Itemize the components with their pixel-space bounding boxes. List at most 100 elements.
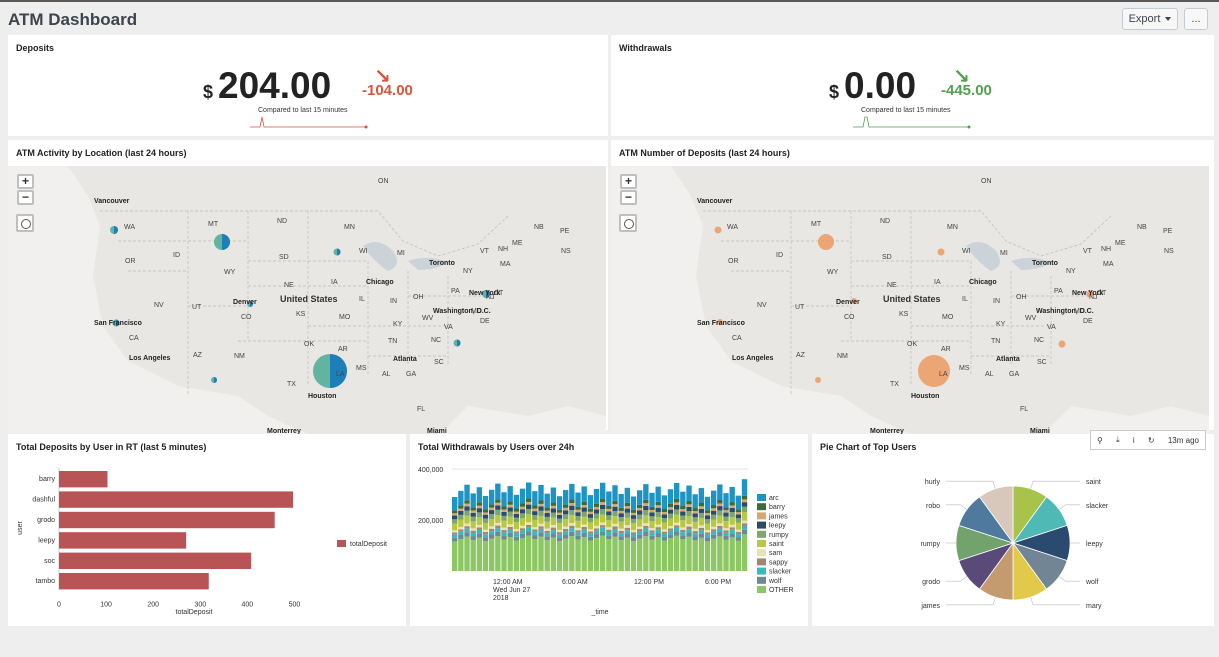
bar-segment [519,509,526,514]
bar-segment [698,527,705,531]
search-icon[interactable]: ⚲ [1097,436,1103,445]
compare-text: Compared to last 15 minutes [861,107,951,114]
bar-segment [458,508,464,511]
bar-segment [476,537,483,571]
bar-segment [600,498,606,503]
time-bar [618,493,624,571]
refresh-icon[interactable]: ↻ [1148,436,1155,445]
bar-segment [723,530,729,533]
bar-segment [489,534,495,539]
withdrawals-value-row: $ 0.00 [829,65,916,107]
state-label: AL [985,371,994,378]
bar-segment [587,540,594,571]
bar-segment [686,524,692,527]
bar-segment [618,510,624,514]
zoom-out-button[interactable]: − [17,190,34,205]
bar-segment [637,538,643,571]
bar-segment [569,523,575,526]
bar-segment [587,517,594,523]
bar-segment [606,539,612,571]
bar-segment [482,509,489,513]
bar-segment [630,496,637,510]
bar-segment [680,505,686,510]
locate-icon[interactable] [16,214,34,232]
bar-segment [544,493,550,508]
zoom-out-button[interactable]: − [620,190,637,205]
legend-swatch [757,558,766,566]
state-label: KS [296,311,306,318]
bar-segment [458,510,464,515]
export-button[interactable]: Export [1122,8,1178,30]
bar-segment [600,525,606,528]
bar-segment [686,506,692,512]
bar-segment [513,494,520,509]
state-label: VT [1083,248,1092,255]
legend-label: sam [769,550,782,557]
bar-segment [458,534,464,539]
info-icon[interactable]: i [1133,436,1135,445]
city-label: Houston [911,393,940,400]
city-label: San Francisco [697,320,745,327]
bar-segment [630,523,637,531]
bar-segment [612,526,618,529]
state-label: MS [356,365,367,372]
bar-segment [643,523,649,526]
bar-segment [723,507,729,511]
bar-segment [618,528,624,531]
panel-title: Total Deposits by User in RT (last 5 min… [16,442,207,452]
bar-segment [569,528,575,532]
top-border [0,0,1219,2]
bar-segment [711,519,717,527]
bar-segment [692,528,698,532]
location-marker [818,234,834,250]
bar-segment [630,518,637,524]
bar-segment [544,507,550,511]
bar-segment [680,509,686,512]
bar-segment [495,525,501,529]
deposits-value-row: $ 204.00 [203,65,331,107]
x-tick-label: 12:00 AM [493,579,523,586]
legend-swatch [757,530,766,538]
bar-segment [729,529,735,534]
bar-segment [575,539,581,571]
bar-segment [661,518,668,523]
zoom-in-button[interactable]: + [17,174,34,189]
bar-segment [593,513,600,519]
bar-segment [692,521,698,529]
time-bar [643,484,649,571]
state-label: IL [359,296,365,303]
bar-segment [593,503,600,507]
bar-segment [637,504,643,509]
bar-segment [587,495,594,509]
more-actions-button[interactable]: ... [1184,8,1208,30]
bar-segment [544,536,550,541]
state-label: NV [757,302,767,309]
bar-segment [649,492,655,507]
state-label: AZ [796,352,805,359]
location-marker [333,248,341,256]
bar-segment [470,516,476,522]
locate-icon[interactable] [619,214,637,232]
bar-segment [587,514,594,518]
city-label: Denver [836,299,860,306]
activity-map-panel: ATM Activity by Location (last 24 hours)… [8,140,608,434]
bar-segment [569,510,575,516]
location-marker [110,226,118,234]
time-bar [674,483,680,571]
bar-segment [704,519,711,524]
state-label: ID [776,252,783,259]
download-icon[interactable]: ⤓ [1116,435,1120,445]
activity-map[interactable]: + − ON WA MT ND MN WI MI ME NB PE NS OR ID SD WY NE IA NY… [8,166,606,434]
bar-segment [624,530,631,534]
bar-segment [704,532,711,535]
bar-segment [482,514,489,519]
slice-label: saint [1086,479,1101,486]
bar-segment [649,516,655,521]
deposits-map-panel: ATM Number of Deposits (last 24 hours) +… [611,140,1214,434]
state-label: MA [500,261,511,268]
deposits-map[interactable]: + − ON WA MT ND MN WI MI ME NB PE NS OR ID SD WY NE IA NY… [611,166,1209,434]
bar-segment [501,506,507,510]
bar-segment [569,503,575,506]
x-tick-label: 6:00 PM [705,579,731,586]
zoom-in-button[interactable]: + [620,174,637,189]
